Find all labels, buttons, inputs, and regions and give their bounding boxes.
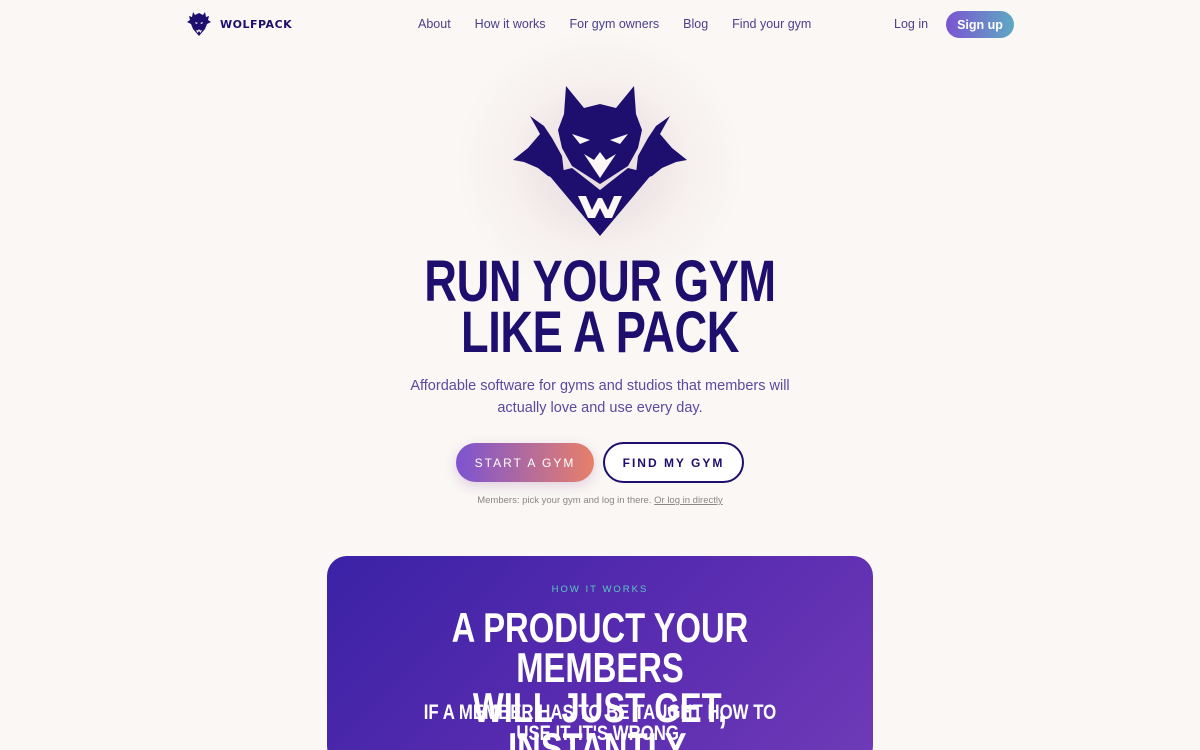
hero-title-line-2: LIKE A PACK <box>460 300 740 365</box>
start-a-gym-button[interactable]: START A GYM <box>456 443 594 482</box>
brand-name: WOLFPACK <box>220 17 293 31</box>
nav-link-blog[interactable]: Blog <box>683 16 708 32</box>
hero-subtitle: Affordable software for gyms and studios… <box>410 378 790 416</box>
how-it-works-eyebrow: HOW IT WORKS <box>551 584 649 595</box>
how-it-works-card: HOW IT WORKS A PRODUCT YOUR MEMBERS WILL… <box>327 556 873 750</box>
how-it-works-title-line-1: A PRODUCT YOUR MEMBERS <box>451 604 749 691</box>
wolf-logo-icon <box>187 12 211 36</box>
login-directly-link[interactable]: Or log in directly <box>654 495 723 506</box>
members-note-text: Members: pick your gym and log in there. <box>477 495 652 506</box>
hero-title: RUN YOUR GYM LIKE A PACK <box>132 253 1068 365</box>
nav-link-how-it-works[interactable]: How it works <box>475 16 546 32</box>
signup-button[interactable]: Sign up <box>946 11 1014 38</box>
wolf-pack-emblem-icon <box>513 86 687 236</box>
login-link[interactable]: Log in <box>894 16 928 32</box>
brand-logo-link[interactable]: WOLFPACK <box>185 11 292 37</box>
nav-link-about[interactable]: About <box>418 16 451 32</box>
members-note: Members: pick your gym and log in there.… <box>0 495 1200 506</box>
nav-links: About How it works For gym owners Blog F… <box>418 16 835 32</box>
nav-link-find-your-gym[interactable]: Find your gym <box>732 16 811 32</box>
nav-link-for-gym-owners[interactable]: For gym owners <box>570 16 660 32</box>
how-it-works-subtitle: IF A MEMBER HAS TO BE TAUGHT HOW TO USE … <box>423 701 777 745</box>
find-my-gym-button[interactable]: FIND MY GYM <box>603 442 744 483</box>
